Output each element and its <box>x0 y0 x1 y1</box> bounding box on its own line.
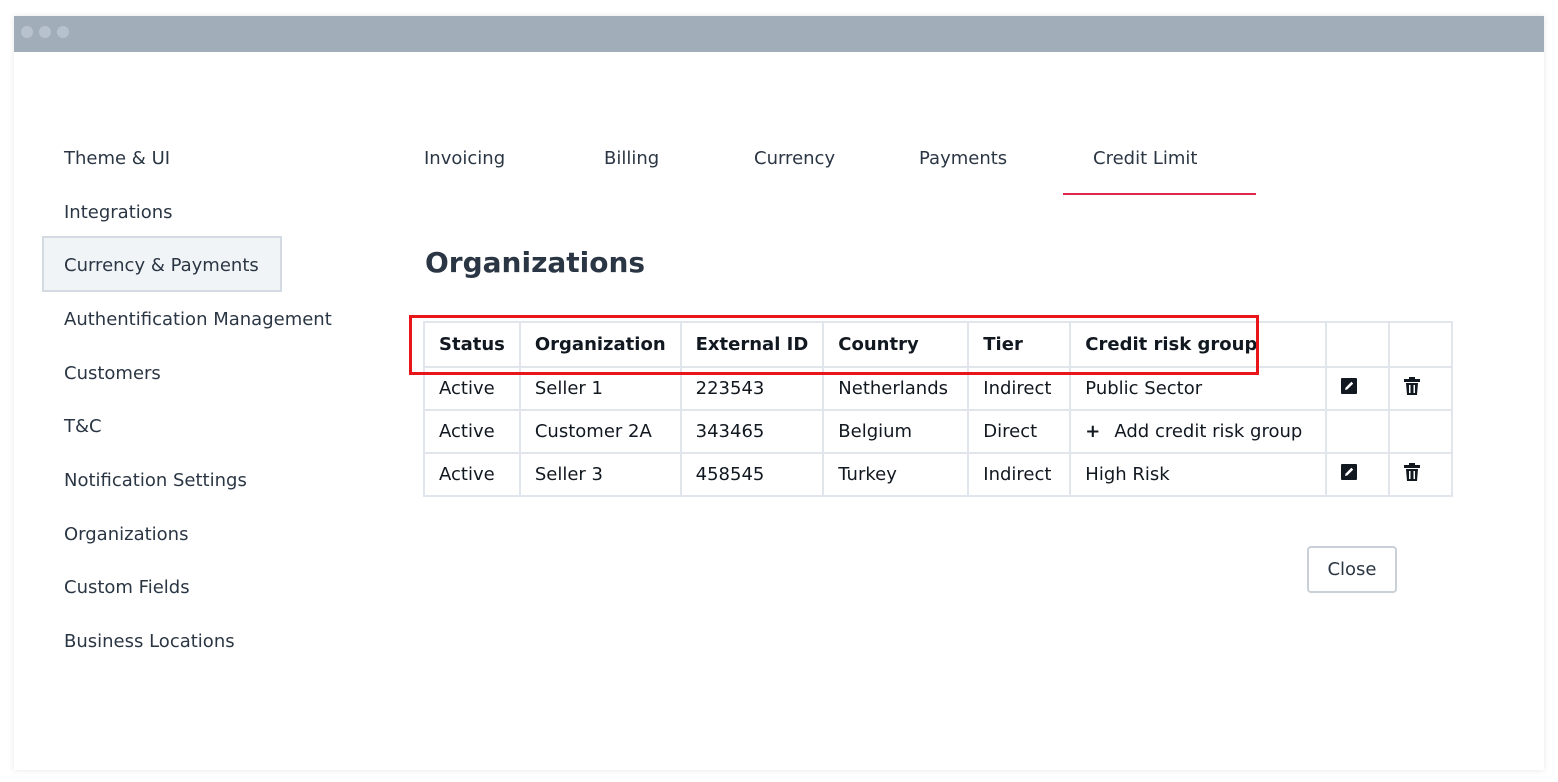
column-header-delete <box>1388 321 1454 368</box>
page-title: Organizations <box>425 246 646 279</box>
add-credit-risk-group-label: Add credit risk group <box>1114 421 1303 442</box>
tab-currency[interactable]: Currency <box>754 148 835 169</box>
active-tab-underline <box>1063 193 1256 195</box>
cell-status: Active <box>423 452 521 497</box>
column-header-external-id: External ID <box>679 321 825 368</box>
window-dot-icon <box>39 26 51 38</box>
tab-payments[interactable]: Payments <box>919 148 1007 169</box>
column-header-credit-risk-group: Credit risk group <box>1069 321 1328 368</box>
sidebar-item-integrations[interactable]: Integrations <box>64 202 173 223</box>
edit-icon[interactable] <box>1341 464 1358 485</box>
column-header-country: Country <box>822 321 970 368</box>
cell-status: Active <box>423 366 521 411</box>
cell-external-id: 458545 <box>679 452 825 497</box>
trash-icon[interactable] <box>1404 463 1421 486</box>
app-window: Theme & UI Integrations Currency & Payme… <box>14 16 1544 770</box>
window-dot-icon <box>57 26 69 38</box>
cell-credit-risk-group: Public Sector <box>1069 366 1328 411</box>
column-header-edit <box>1325 321 1391 368</box>
cell-delete <box>1388 452 1454 497</box>
tab-credit-limit[interactable]: Credit Limit <box>1093 148 1197 169</box>
cell-external-id: 343465 <box>679 409 825 454</box>
edit-icon[interactable] <box>1341 378 1358 399</box>
cell-credit-risk-group: High Risk <box>1069 452 1328 497</box>
add-credit-risk-group-button[interactable]: + Add credit risk group <box>1085 421 1302 442</box>
sidebar-item-notification-settings[interactable]: Notification Settings <box>64 470 247 491</box>
organizations-table: Status Organization External ID Country … <box>423 321 1454 497</box>
sidebar-item-organizations[interactable]: Organizations <box>64 524 188 545</box>
cell-tier: Direct <box>967 409 1072 454</box>
cell-status: Active <box>423 409 521 454</box>
cell-country: Netherlands <box>822 366 970 411</box>
window-titlebar <box>14 16 1544 52</box>
cell-tier: Indirect <box>967 452 1072 497</box>
sidebar-item-authentification-management[interactable]: Authentification Management <box>64 309 332 330</box>
sidebar-item-business-locations[interactable]: Business Locations <box>64 631 235 652</box>
table-row: Active Customer 2A 343465 Belgium Direct… <box>423 409 1454 454</box>
tab-invoicing[interactable]: Invoicing <box>424 148 505 169</box>
cell-tier: Indirect <box>967 366 1072 411</box>
table-header-row: Status Organization External ID Country … <box>423 321 1454 368</box>
sidebar-item-customers[interactable]: Customers <box>64 363 161 384</box>
column-header-tier: Tier <box>967 321 1072 368</box>
cell-delete <box>1388 366 1454 411</box>
cell-organization: Customer 2A <box>518 409 682 454</box>
sidebar-item-custom-fields[interactable]: Custom Fields <box>64 577 190 598</box>
table-row: Active Seller 3 458545 Turkey Indirect H… <box>423 452 1454 497</box>
cell-edit <box>1325 452 1391 497</box>
column-header-status: Status <box>423 321 521 368</box>
tab-billing[interactable]: Billing <box>604 148 659 169</box>
cell-edit <box>1325 409 1391 454</box>
cell-credit-risk-group: + Add credit risk group <box>1069 409 1328 454</box>
table-row: Active Seller 1 223543 Netherlands Indir… <box>423 366 1454 411</box>
cell-delete <box>1388 409 1454 454</box>
sidebar-item-theme-ui[interactable]: Theme & UI <box>64 148 170 169</box>
column-header-organization: Organization <box>518 321 682 368</box>
sidebar-item-currency-payments[interactable]: Currency & Payments <box>64 255 259 276</box>
cell-country: Belgium <box>822 409 970 454</box>
cell-external-id: 223543 <box>679 366 825 411</box>
plus-icon: + <box>1085 421 1101 442</box>
cell-organization: Seller 1 <box>518 366 682 411</box>
cell-edit <box>1325 366 1391 411</box>
cell-country: Turkey <box>822 452 970 497</box>
trash-icon[interactable] <box>1404 377 1421 400</box>
window-dot-icon <box>21 26 33 38</box>
cell-organization: Seller 3 <box>518 452 682 497</box>
close-button[interactable]: Close <box>1307 546 1397 593</box>
sidebar-item-tc[interactable]: T&C <box>64 416 102 437</box>
